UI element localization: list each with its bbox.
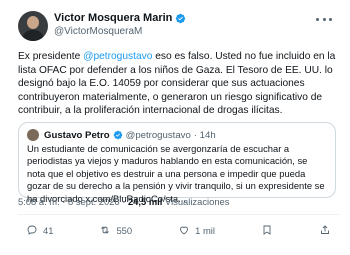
author-name[interactable]: Victor Mosquera Marin [54, 12, 172, 24]
author-handle[interactable]: @VictorMosqueraM [54, 26, 142, 37]
bookmark-icon [263, 225, 271, 235]
divider [18, 214, 340, 215]
quoted-author-avatar [27, 129, 39, 141]
repost-count: 550 [116, 224, 133, 236]
tweet-header: Victor Mosquera Marin @VictorMosqueraM [18, 10, 342, 41]
more-options-icon[interactable] [316, 14, 332, 24]
repost-icon [101, 226, 110, 234]
heart-icon [180, 226, 189, 235]
author-name-row: Victor Mosquera Marin [54, 12, 186, 24]
tweet-timestamp[interactable]: 5:08 a. m. · 8 sept. 2026 · [18, 196, 128, 207]
tweet-meta: 5:08 a. m. · 8 sept. 2026 · 24,5 mil Vis… [18, 196, 229, 207]
tweet-text-before: Ex presidente [18, 51, 84, 62]
mention-link[interactable]: @petrogustavo [83, 51, 152, 62]
quoted-author-name: Gustavo Petro [44, 129, 110, 141]
like-count: 1 mil [195, 224, 215, 236]
reply-count: 41 [43, 224, 54, 236]
quoted-tweet-header: Gustavo Petro @petrogustavo · 14h [27, 129, 327, 141]
quoted-tweet[interactable]: Gustavo Petro @petrogustavo · 14h Un est… [18, 122, 336, 204]
quoted-tweet-time: · 14h [193, 129, 216, 141]
bookmark-button[interactable] [261, 224, 273, 236]
quoted-author-handle: @petrogustavo [125, 129, 191, 141]
like-button[interactable]: 1 mil [178, 224, 215, 236]
action-bar: 41 550 1 mil [26, 223, 331, 237]
share-icon [321, 225, 329, 234]
repost-button[interactable]: 550 [99, 224, 132, 236]
reply-button[interactable]: 41 [26, 224, 53, 236]
views-label: Visualizaciones [162, 196, 230, 207]
verified-badge-icon [113, 130, 122, 140]
verified-badge-icon [176, 13, 186, 23]
views-count: 24,5 mil [127, 196, 163, 207]
share-button[interactable] [319, 224, 331, 236]
reply-icon [27, 225, 37, 235]
tweet-text: Ex presidente @petrogustavo eso es falso… [18, 50, 336, 118]
author-avatar[interactable] [18, 11, 48, 41]
